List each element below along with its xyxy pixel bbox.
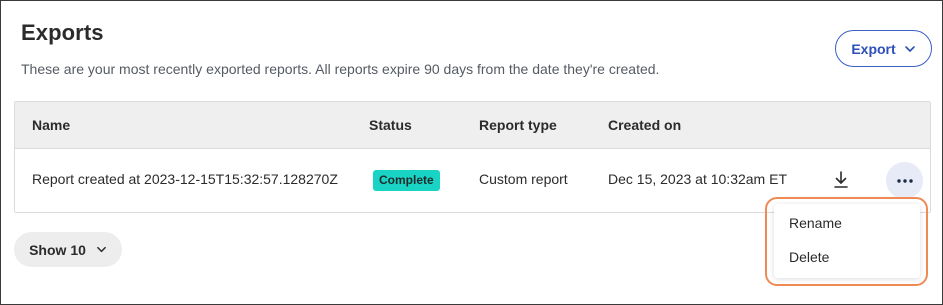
- download-icon[interactable]: [831, 169, 851, 191]
- created-on: Dec 15, 2023 at 10:32am ET: [608, 171, 787, 187]
- report-name: Report created at 2023-12-15T15:32:57.12…: [32, 171, 338, 187]
- page-title: Exports: [21, 20, 104, 45]
- page-size-select[interactable]: Show 10: [14, 232, 122, 267]
- column-header-status[interactable]: Status: [369, 117, 412, 133]
- export-button-label: Export: [851, 40, 896, 57]
- column-header-name[interactable]: Name: [32, 117, 70, 133]
- page-size-label: Show 10: [29, 241, 86, 258]
- column-header-report-type[interactable]: Report type: [479, 117, 557, 133]
- chevron-down-icon: [96, 244, 107, 255]
- table-header: Name Status Report type Created on: [15, 102, 930, 149]
- report-type: Custom report: [479, 171, 568, 187]
- menu-item-rename[interactable]: Rename: [789, 215, 842, 231]
- menu-item-delete[interactable]: Delete: [789, 249, 829, 265]
- chevron-down-icon: [904, 43, 916, 55]
- row-actions-menu: Rename Delete: [774, 204, 920, 278]
- column-header-created-on[interactable]: Created on: [608, 117, 681, 133]
- status-badge: Complete: [373, 170, 440, 191]
- more-options-button[interactable]: [886, 162, 923, 199]
- export-button[interactable]: Export: [835, 30, 932, 67]
- exports-panel: Exports These are your most recently exp…: [0, 0, 943, 305]
- page-subtitle: These are your most recently exported re…: [21, 61, 660, 77]
- more-horizontal-icon: [896, 178, 913, 183]
